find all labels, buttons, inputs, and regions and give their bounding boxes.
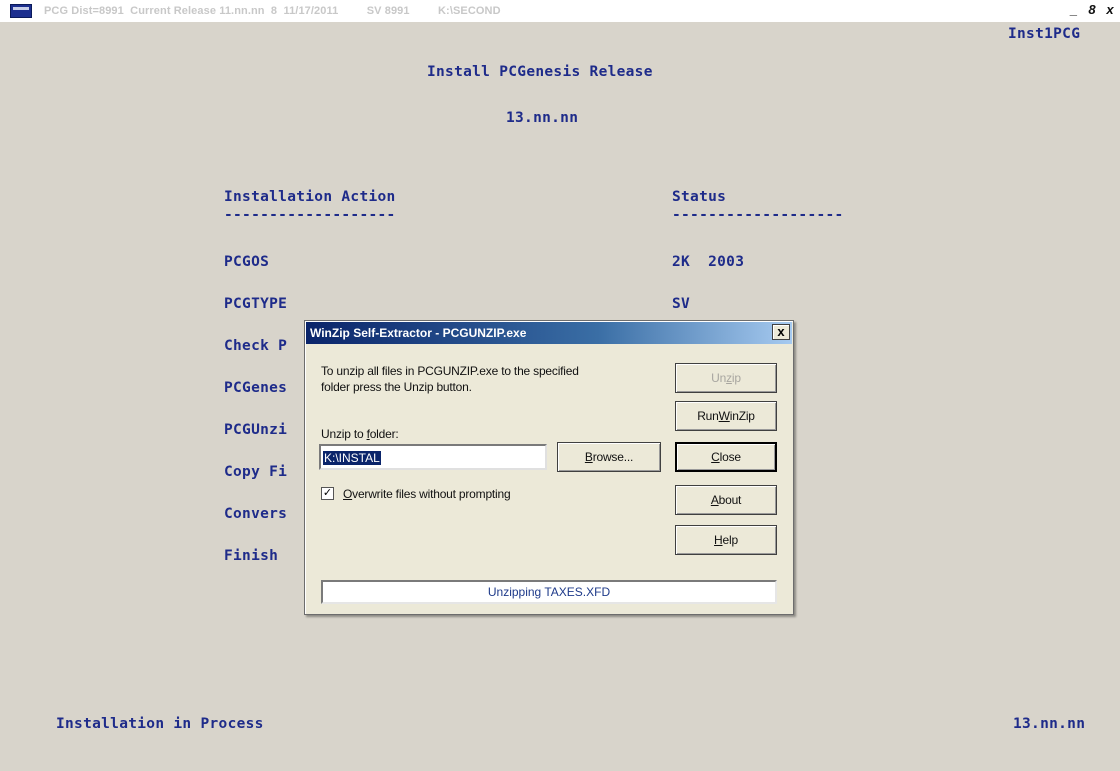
minimize-button[interactable]: _	[1066, 1, 1082, 18]
overwrite-checkbox[interactable]: ✓	[321, 487, 334, 500]
action-row: Check P	[224, 338, 288, 354]
action-row: PCGUnzi	[224, 422, 288, 438]
footer-status: Installation in Process	[56, 716, 264, 732]
action-column-header: Installation Action	[224, 189, 396, 205]
close-button[interactable]: Close	[675, 442, 777, 472]
dialog-close-button[interactable]: x	[772, 324, 790, 340]
help-button[interactable]: Help	[675, 525, 777, 555]
action-row: PCGenes	[224, 380, 288, 396]
action-row: PCGTYPE	[224, 296, 288, 312]
unzip-folder-input[interactable]: K:\INSTAL	[319, 444, 547, 470]
status-row: 2K 2003	[672, 254, 745, 270]
action-column-underline: -------------------	[224, 207, 396, 223]
dialog-title: WinZip Self-Extractor - PCGUNZIP.exe	[310, 326, 527, 340]
action-row: Finish	[224, 548, 279, 564]
restore-button[interactable]: 8	[1084, 1, 1100, 18]
dialog-title-bar[interactable]: WinZip Self-Extractor - PCGUNZIP.exe	[306, 322, 792, 344]
footer-release: 13.nn.nn	[1013, 716, 1086, 732]
window-title: PCG Dist=8991 Current Release 11.nn.nn 8…	[44, 5, 501, 17]
overwrite-label: Overwrite files without prompting	[343, 487, 511, 501]
action-row: PCGOS	[224, 254, 270, 270]
instructions-line: To unzip all files in PCGUNZIP.exe to th…	[321, 364, 579, 378]
unzip-button[interactable]: Un z ip	[675, 363, 777, 393]
window-title-bar[interactable]: PCG Dist=8991 Current Release 11.nn.nn 8…	[0, 0, 1120, 22]
progress-status-box: Unzipping TAXES.XFD	[321, 580, 777, 604]
app-window-icon[interactable]	[10, 4, 32, 18]
about-button[interactable]: About	[675, 485, 777, 515]
instructions-line: folder press the Unzip button.	[321, 380, 472, 394]
release-number: 13.nn.nn	[506, 110, 579, 126]
unzip-folder-label: Unzip to folder:	[321, 427, 399, 441]
winzip-dialog: WinZip Self-Extractor - PCGUNZIP.exe x T…	[304, 320, 794, 615]
window-controls: _ 8 x	[1066, 1, 1118, 18]
page-title: Install PCGenesis Release	[427, 64, 653, 80]
action-row: Copy Fi	[224, 464, 288, 480]
status-column-header: Status	[672, 189, 727, 205]
close-window-button[interactable]: x	[1102, 1, 1118, 18]
unzip-folder-value: K:\INSTAL	[323, 451, 381, 465]
run-winzip-button[interactable]: Run WinZip	[675, 401, 777, 431]
status-column-underline: -------------------	[672, 207, 844, 223]
program-id: Inst1PCG	[1008, 26, 1081, 42]
instructions-text: To unzip all files in PCGUNZIP.exe to th…	[321, 363, 579, 395]
action-row: Convers	[224, 506, 288, 522]
status-row: SV	[672, 296, 691, 312]
browse-button[interactable]: Browse...	[557, 442, 661, 472]
